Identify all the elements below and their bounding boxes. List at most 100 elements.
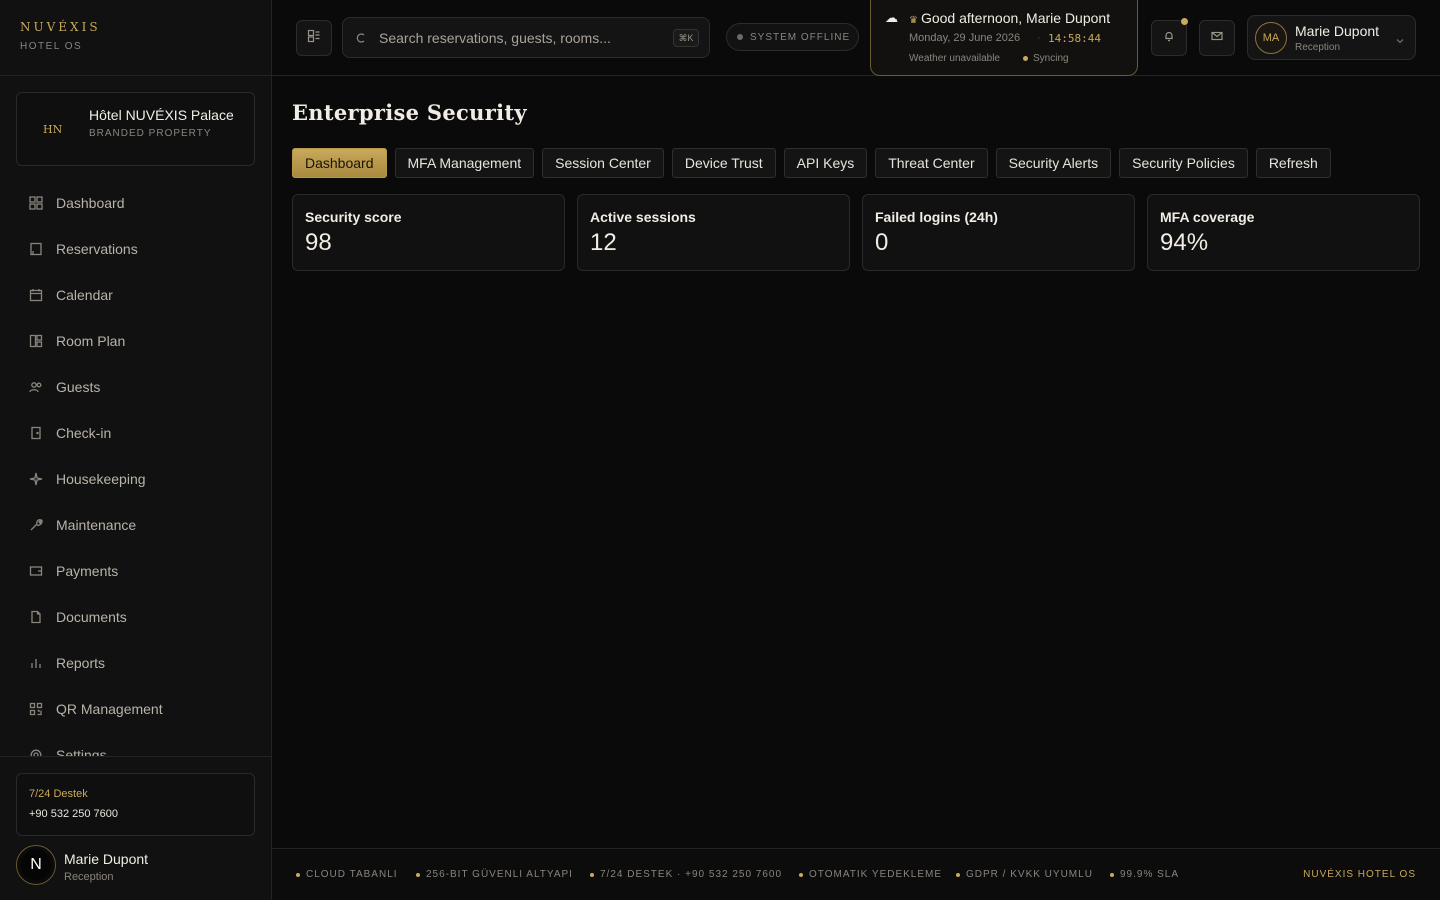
- sidebar-item-label: QR Management: [56, 701, 163, 717]
- chevron-down-icon: [1395, 33, 1405, 44]
- status-label: SYSTEM OFFLINE: [750, 31, 851, 43]
- support-title: 7/24 Destek: [29, 788, 88, 800]
- sync-status: Syncing: [1023, 53, 1069, 64]
- dashboard-icon: [28, 195, 44, 211]
- qr-icon: [28, 701, 44, 717]
- users-icon: [28, 379, 44, 395]
- sidebar-item-label: Reports: [56, 655, 106, 671]
- sync-dot: [1023, 56, 1028, 61]
- footer-brand: NUVÉXIS HOTEL OS: [1303, 869, 1416, 880]
- sidebar-item-qr-management[interactable]: QR Management: [16, 686, 256, 732]
- footer-item-label: GDPR / KVKK UYUMLU: [966, 869, 1093, 880]
- sync-label: Syncing: [1033, 53, 1069, 64]
- side-user-role: Reception: [64, 871, 114, 883]
- sidebar-item-guests[interactable]: Guests: [16, 364, 256, 410]
- sidebar-item-label: Guests: [56, 379, 101, 395]
- bell-icon: [1163, 29, 1175, 47]
- sidebar-item-documents[interactable]: Documents: [16, 594, 256, 640]
- stat-label: MFA coverage: [1160, 209, 1255, 225]
- brand[interactable]: NUVÉXIS HOTEL OS: [0, 0, 271, 76]
- sidebar-item-room-plan[interactable]: Room Plan: [16, 318, 256, 364]
- side-user-name: Marie Dupont: [64, 851, 149, 867]
- greeting-text: ♛ Good afternoon, Marie Dupont: [909, 10, 1110, 26]
- footer-item-label: 7/24 DESTEK · +90 532 250 7600: [600, 869, 783, 880]
- sidebar: NUVÉXIS HOTEL OS HN Hôtel NUVÉXIS Palace…: [0, 0, 272, 900]
- search-input[interactable]: [379, 27, 659, 49]
- footer-item-label: 256-BIT GÜVENLI ALTYAPI: [426, 869, 573, 880]
- support-phone: +90 532 250 7600: [29, 808, 119, 820]
- tab-device-trust[interactable]: Device Trust: [671, 148, 776, 178]
- separator: ·: [1037, 32, 1041, 44]
- stat-value: 94%: [1160, 229, 1209, 256]
- sidebar-item-calendar[interactable]: Calendar: [16, 272, 256, 318]
- crown-icon: ♛: [909, 15, 918, 26]
- sidebar-item-label: Calendar: [56, 287, 113, 303]
- sidebar-item-reservations[interactable]: Reservations: [16, 226, 256, 272]
- sidebar-item-reports[interactable]: Reports: [16, 640, 256, 686]
- refresh-button[interactable]: Refresh: [1255, 148, 1331, 178]
- main-content: Enterprise Security Dashboard MFA Manage…: [272, 76, 1440, 848]
- user-menu[interactable]: MA Marie Dupont Reception: [1247, 15, 1416, 60]
- footer-item: CLOUD TABANLI: [296, 869, 398, 880]
- notifications-button[interactable]: [1151, 20, 1187, 56]
- footer-dot: [799, 872, 803, 877]
- layout-icon: [307, 29, 321, 48]
- topbar: ⌘K SYSTEM OFFLINE ☁ ♛Good afternoon, Mar…: [272, 0, 1440, 76]
- stat-label: Failed logins (24h): [875, 209, 998, 225]
- system-status-badge: SYSTEM OFFLINE: [726, 23, 859, 51]
- footer-dot: [416, 872, 420, 877]
- stat-card-active-sessions: Active sessions 12: [577, 194, 850, 271]
- greeting-message: Good afternoon, Marie Dupont: [920, 10, 1111, 26]
- sidebar-item-check-in[interactable]: Check-in: [16, 410, 256, 456]
- wallet-icon: [28, 563, 44, 579]
- footer-item-label: 99.9% SLA: [1120, 869, 1180, 880]
- tab-security-alerts[interactable]: Security Alerts: [995, 148, 1112, 178]
- sidebar-item-maintenance[interactable]: Maintenance: [16, 502, 256, 548]
- sparkle-icon: [28, 471, 44, 487]
- weather-status: Weather unavailable: [909, 53, 1000, 64]
- avatar[interactable]: N: [16, 845, 56, 885]
- sidebar-item-payments[interactable]: Payments: [16, 548, 256, 594]
- sidebar-item-label: Reservations: [56, 241, 138, 257]
- tab-security-policies[interactable]: Security Policies: [1119, 148, 1248, 178]
- sidebar-item-housekeeping[interactable]: Housekeeping: [16, 456, 256, 502]
- wrench-icon: [28, 517, 44, 533]
- sidebar-item-settings[interactable]: Settings: [16, 732, 256, 756]
- property-monogram: HN: [43, 123, 63, 136]
- sidebar-item-label: Room Plan: [56, 333, 126, 349]
- messages-button[interactable]: [1199, 20, 1235, 56]
- stat-label: Active sessions: [590, 209, 696, 225]
- tab-mfa-management[interactable]: MFA Management: [394, 148, 535, 178]
- greeting-panel: ☁ ♛ Good afternoon, Marie Dupont Monday, …: [870, 0, 1138, 76]
- tab-dashboard[interactable]: Dashboard: [292, 148, 387, 178]
- stats-cards: Security score 98 Active sessions 12 Fai…: [292, 194, 1420, 271]
- user-role: Reception: [1295, 42, 1341, 53]
- property-switcher[interactable]: HN Hôtel NUVÉXIS Palace BRANDED PROPERTY: [16, 92, 255, 166]
- tab-api-keys[interactable]: API Keys: [783, 148, 868, 178]
- calendar-icon: [28, 287, 44, 303]
- page-title: Enterprise Security: [292, 100, 527, 125]
- support-card[interactable]: 7/24 Destek +90 532 250 7600: [16, 773, 255, 836]
- footer-item: 256-BIT GÜVENLI ALTYAPI: [416, 869, 573, 880]
- stat-label: Security score: [305, 209, 402, 225]
- bar-chart-icon: [28, 655, 44, 671]
- sidebar-item-label: Check-in: [56, 425, 112, 441]
- sidebar-footer: 7/24 Destek +90 532 250 7600 N Marie Dup…: [0, 756, 271, 900]
- tab-threat-center[interactable]: Threat Center: [875, 148, 988, 178]
- brand-subtitle: HOTEL OS: [20, 41, 83, 52]
- sidebar-item-label: Dashboard: [56, 195, 125, 211]
- sidebar-item-label: Settings: [56, 747, 107, 756]
- sidebar-item-label: Documents: [56, 609, 127, 625]
- app-root: NUVÉXIS HOTEL OS HN Hôtel NUVÉXIS Palace…: [0, 0, 1440, 900]
- gear-icon: [28, 747, 44, 756]
- tab-session-center[interactable]: Session Center: [542, 148, 664, 178]
- footer-item-label: CLOUD TABANLI: [306, 869, 398, 880]
- stat-value: 98: [305, 229, 332, 256]
- sidebar-item-dashboard[interactable]: Dashboard: [16, 180, 256, 226]
- sidebar-item-label: Maintenance: [56, 517, 137, 533]
- sidebar-toggle-button[interactable]: [296, 20, 332, 56]
- avatar-initial: N: [21, 850, 51, 880]
- footer-dot: [296, 872, 300, 877]
- search-bar[interactable]: ⌘K: [342, 17, 710, 58]
- security-tabs: Dashboard MFA Management Session Center …: [292, 148, 1331, 178]
